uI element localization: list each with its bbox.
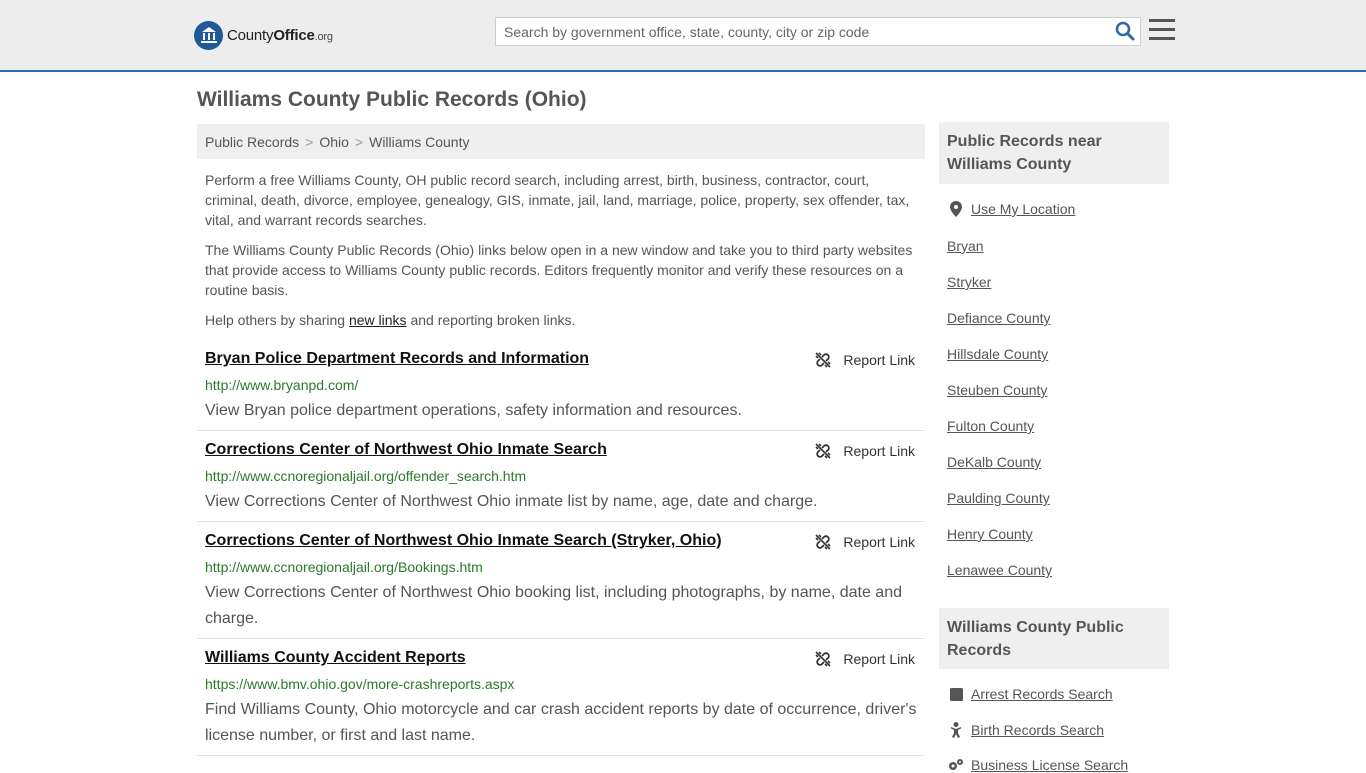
use-my-location-link[interactable]: Use My Location xyxy=(971,201,1075,217)
business-license-link[interactable]: Business License Search xyxy=(971,757,1128,773)
arrest-records-link[interactable]: Arrest Records Search xyxy=(971,686,1113,702)
near-link-stryker[interactable]: Stryker xyxy=(947,274,991,290)
broken-link-icon xyxy=(815,352,831,368)
record-title-link[interactable]: Williams County Accident Reports xyxy=(205,649,466,667)
new-links-link[interactable]: new links xyxy=(349,312,407,328)
near-link-paulding-county[interactable]: Paulding County xyxy=(947,490,1050,506)
county-records-heading: Williams County Public Records xyxy=(939,608,1169,669)
logo-text: CountyOffice.org xyxy=(227,26,333,44)
record-url-link[interactable]: https://www.bmv.ohio.gov/more-crashrepor… xyxy=(205,676,514,692)
record-title-link[interactable]: Corrections Center of Northwest Ohio Inm… xyxy=(205,441,607,459)
capitol-logo-icon xyxy=(194,20,223,50)
near-link-bryan[interactable]: Bryan xyxy=(947,238,984,254)
breadcrumb-williams-county: Williams County xyxy=(369,134,470,150)
near-link-lenawee-county[interactable]: Lenawee County xyxy=(947,562,1052,578)
record-description: View Corrections Center of Northwest Ohi… xyxy=(205,584,902,627)
use-location-item: Use My Location xyxy=(947,201,1075,217)
record-item: Corrections Center of Northwest Ohio Inm… xyxy=(197,532,925,639)
map-pin-icon xyxy=(947,201,965,217)
breadcrumb-separator: > xyxy=(354,134,364,150)
record-title-link[interactable]: Corrections Center of Northwest Ohio Inm… xyxy=(205,532,722,550)
site-header: CountyOffice.org xyxy=(0,0,1366,72)
business-license-item: Business License Search xyxy=(947,757,1128,773)
breadcrumb-public-records[interactable]: Public Records xyxy=(205,134,299,150)
record-description: View Corrections Center of Northwest Ohi… xyxy=(205,493,818,510)
record-item: Corrections Center of Northwest Ohio Inm… xyxy=(197,441,925,522)
broken-link-icon xyxy=(815,443,831,459)
search-button[interactable] xyxy=(1114,21,1136,43)
record-item: Bryan Police Department Records and Info… xyxy=(197,350,925,431)
search-bar xyxy=(495,17,1141,46)
report-link-button[interactable]: Report Link xyxy=(815,443,915,459)
report-link-button[interactable]: Report Link xyxy=(815,352,915,368)
baby-icon xyxy=(947,722,965,738)
birth-records-link[interactable]: Birth Records Search xyxy=(971,722,1104,738)
site-logo[interactable]: CountyOffice.org xyxy=(194,20,333,50)
intro-paragraph: Perform a free Williams County, OH publi… xyxy=(205,172,910,228)
breadcrumb-separator: > xyxy=(305,134,314,150)
hamburger-icon-bar xyxy=(1149,28,1175,31)
search-input[interactable] xyxy=(496,18,1106,45)
square-icon xyxy=(947,686,965,702)
record-description: Find Williams County, Ohio motorcycle an… xyxy=(205,701,917,744)
report-link-button[interactable]: Report Link xyxy=(815,651,915,667)
breadcrumb: Public Records > Ohio > Williams County xyxy=(197,124,925,159)
hamburger-icon-bar xyxy=(1149,37,1175,40)
near-link-hillsdale-county[interactable]: Hillsdale County xyxy=(947,346,1048,362)
record-url-link[interactable]: http://www.ccnoregionaljail.org/offender… xyxy=(205,468,526,484)
record-url-link[interactable]: http://www.bryanpd.com/ xyxy=(205,377,358,393)
hamburger-icon-bar xyxy=(1149,19,1175,22)
hamburger-menu-button[interactable] xyxy=(1149,19,1175,43)
arrest-records-item: Arrest Records Search xyxy=(947,686,1113,702)
gears-icon xyxy=(947,757,965,773)
record-description: View Bryan police department operations,… xyxy=(205,402,742,419)
page-title: Williams County Public Records (Ohio) xyxy=(197,88,587,111)
near-link-steuben-county[interactable]: Steuben County xyxy=(947,382,1047,398)
breadcrumb-ohio[interactable]: Ohio xyxy=(319,134,349,150)
broken-link-icon xyxy=(815,534,831,550)
near-link-dekalb-county[interactable]: DeKalb County xyxy=(947,454,1041,470)
record-title-link[interactable]: Bryan Police Department Records and Info… xyxy=(205,350,589,368)
help-paragraph: Help others by sharing new links and rep… xyxy=(205,312,576,328)
birth-records-item: Birth Records Search xyxy=(947,722,1104,738)
record-url-link[interactable]: http://www.ccnoregionaljail.org/Bookings… xyxy=(205,559,483,575)
search-icon xyxy=(1115,21,1135,41)
report-link-button[interactable]: Report Link xyxy=(815,534,915,550)
disclaimer-paragraph: The Williams County Public Records (Ohio… xyxy=(205,242,913,298)
near-link-defiance-county[interactable]: Defiance County xyxy=(947,310,1051,326)
record-item: Williams County Accident Reports Report … xyxy=(197,649,925,756)
near-records-heading: Public Records near Williams County xyxy=(939,122,1169,184)
near-link-fulton-county[interactable]: Fulton County xyxy=(947,418,1034,434)
broken-link-icon xyxy=(815,651,831,667)
near-link-henry-county[interactable]: Henry County xyxy=(947,526,1033,542)
